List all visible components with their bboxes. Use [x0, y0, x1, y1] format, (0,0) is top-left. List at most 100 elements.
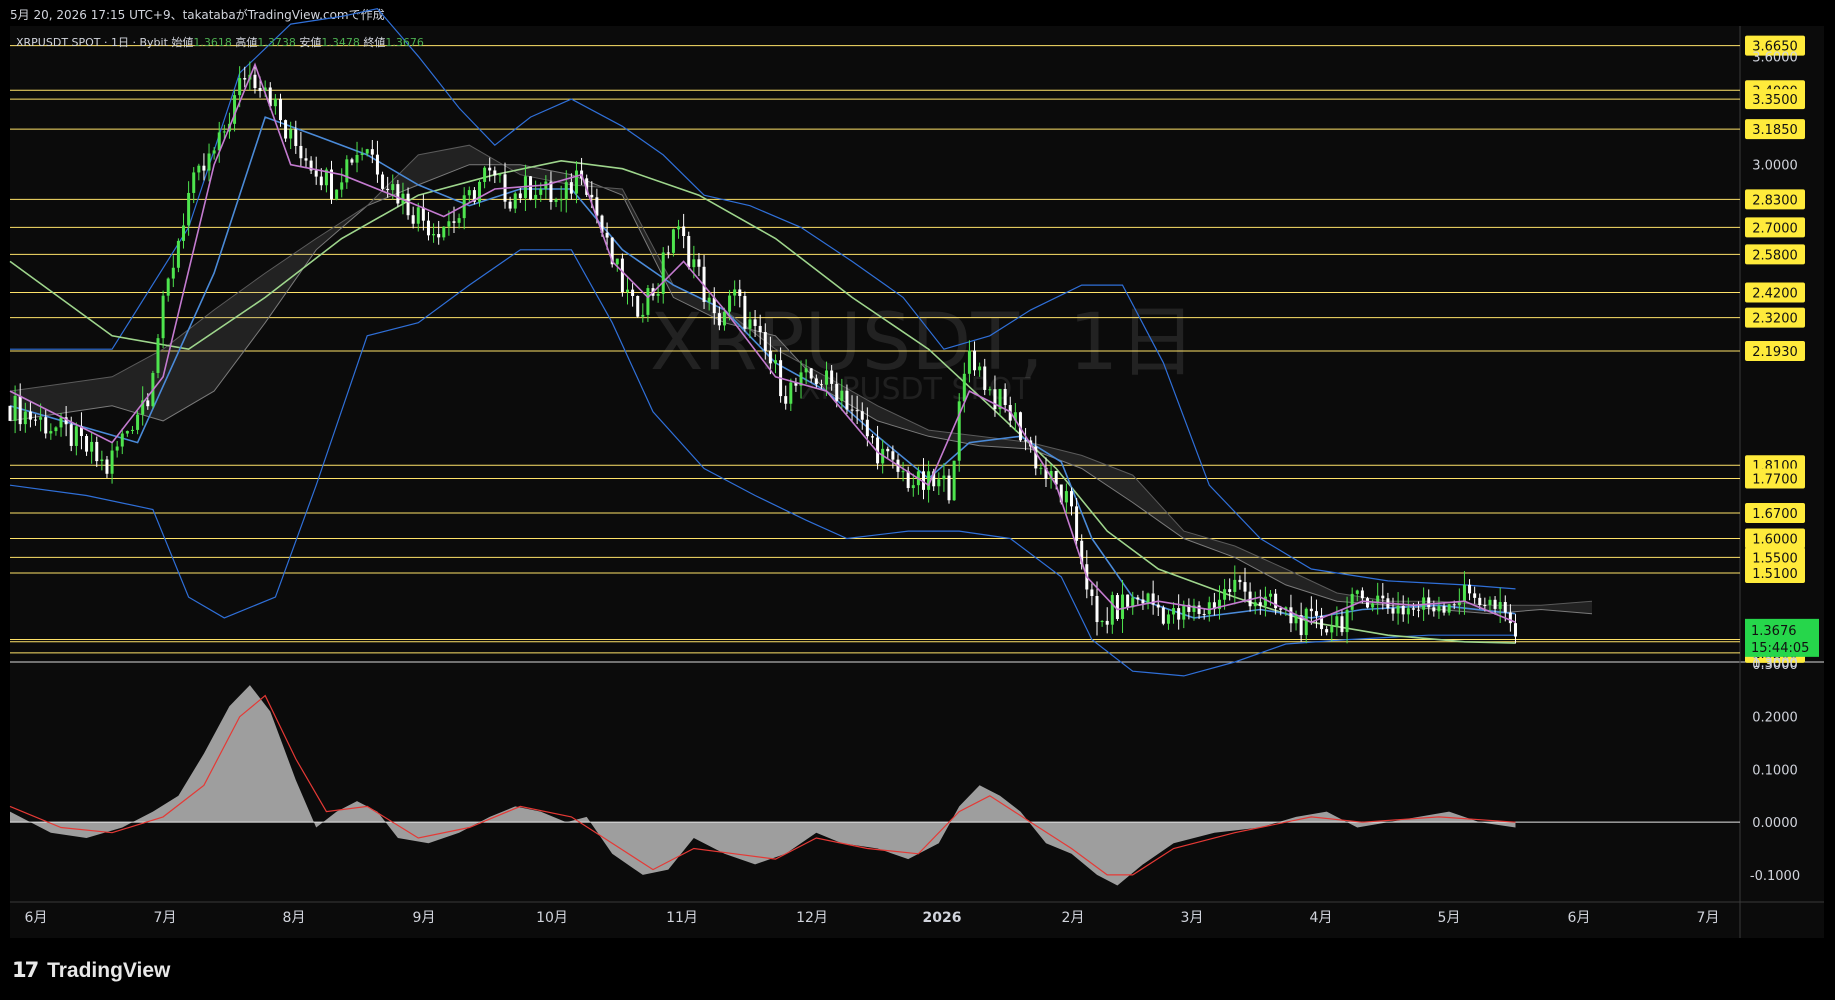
- candle-body: [641, 314, 645, 317]
- ema-mid-line: [9, 116, 1516, 619]
- candle-body: [748, 319, 752, 329]
- candle-body: [1462, 584, 1466, 602]
- candle-body: [865, 419, 869, 437]
- candle-body: [1223, 589, 1227, 600]
- candle-body: [13, 395, 17, 421]
- candle-body: [636, 296, 640, 317]
- low-value: 1.3478: [321, 36, 360, 49]
- candle-body: [345, 159, 349, 183]
- time-tick-4: 10月: [536, 910, 568, 926]
- candle-body: [1513, 623, 1517, 637]
- candle-body: [233, 95, 237, 124]
- candle-body: [870, 436, 874, 438]
- candle-body: [1493, 599, 1497, 609]
- candle-body: [631, 289, 635, 297]
- candle-body: [835, 383, 839, 401]
- candle-body: [774, 360, 777, 364]
- level-label-8: 2.3200: [1752, 312, 1798, 327]
- candle-body: [493, 170, 497, 176]
- candle-body: [299, 145, 303, 159]
- candle-body: [74, 426, 78, 446]
- candle-body: [294, 129, 298, 146]
- candle-body: [1422, 597, 1426, 610]
- time-tick-5: 11月: [666, 910, 698, 926]
- price-chart[interactable]: 3.66503.40003.35003.18502.83002.70002.58…: [0, 0, 1835, 1000]
- candle-body: [1427, 597, 1431, 608]
- candle-body: [243, 78, 247, 80]
- candle-body: [1075, 506, 1079, 541]
- candle-body: [1406, 608, 1410, 615]
- candle-body: [845, 390, 849, 410]
- candle-body: [85, 436, 89, 452]
- price-tick-1: 3.0000: [1752, 159, 1798, 174]
- candle-body: [626, 289, 630, 293]
- candle-body: [850, 409, 854, 411]
- candle-body: [59, 417, 63, 428]
- candle-body: [284, 120, 288, 139]
- macd-tick-3: 0.0000: [1752, 816, 1798, 831]
- candle-body: [1228, 589, 1232, 592]
- candle-body: [1396, 605, 1400, 614]
- candle-body: [840, 390, 844, 401]
- candle-body: [656, 293, 660, 296]
- candle-body: [166, 278, 170, 296]
- candle-body: [605, 232, 609, 238]
- candle-body: [1417, 609, 1421, 611]
- candle-body: [1172, 608, 1176, 615]
- candle-body: [891, 451, 895, 460]
- candle-body: [534, 194, 538, 200]
- candle-body: [554, 199, 558, 202]
- candle-body: [1269, 593, 1273, 597]
- candle-body: [722, 311, 726, 326]
- candle-body: [819, 384, 823, 386]
- time-tick-6: 12月: [796, 910, 828, 926]
- candle-body: [18, 395, 22, 425]
- level-label-15: 1.5100: [1752, 567, 1798, 582]
- candle-body: [1365, 598, 1369, 608]
- candle-body: [687, 236, 691, 268]
- candle-body: [330, 169, 334, 200]
- candle-body: [1411, 608, 1415, 610]
- candle-body: [937, 479, 941, 487]
- candle-body: [69, 424, 73, 446]
- candle-body: [1447, 604, 1451, 613]
- candle-body: [1304, 608, 1308, 636]
- candle-body: [100, 459, 104, 462]
- candle-body: [666, 252, 670, 254]
- candle-body: [973, 350, 977, 371]
- candle-body: [1146, 593, 1150, 604]
- candle-body: [978, 366, 982, 371]
- candle-body: [258, 88, 262, 92]
- candle-body: [1483, 605, 1487, 607]
- candle-body: [340, 182, 344, 190]
- candle-body: [1330, 626, 1334, 633]
- candle-body: [753, 319, 757, 326]
- candle-body: [564, 182, 568, 200]
- candle-body: [156, 338, 160, 373]
- candle-body: [120, 433, 124, 447]
- candle-body: [1478, 597, 1482, 606]
- candle-body: [1039, 467, 1043, 469]
- candle-body: [1243, 582, 1247, 592]
- time-tick-11: 5月: [1438, 910, 1461, 926]
- macd-tick-1: 0.2000: [1752, 711, 1798, 726]
- candle-body: [1309, 608, 1313, 612]
- candle-body: [825, 370, 829, 385]
- candle-body: [1314, 611, 1318, 616]
- candle-body: [1024, 440, 1028, 442]
- candle-body: [432, 234, 436, 236]
- candle-body: [901, 471, 905, 473]
- candle-body: [1141, 599, 1145, 604]
- candle-body: [421, 207, 425, 221]
- candle-body: [1452, 604, 1456, 606]
- candle-body: [830, 370, 834, 384]
- time-tick-2: 8月: [283, 910, 306, 926]
- candle-body: [483, 167, 487, 182]
- candle-body: [95, 441, 99, 462]
- candle-body: [682, 226, 686, 237]
- candle-body: [1381, 595, 1385, 599]
- candle-body: [1095, 596, 1099, 623]
- candle-body: [161, 295, 165, 339]
- time-tick-13: 7月: [1697, 910, 1720, 926]
- candle-body: [314, 170, 318, 177]
